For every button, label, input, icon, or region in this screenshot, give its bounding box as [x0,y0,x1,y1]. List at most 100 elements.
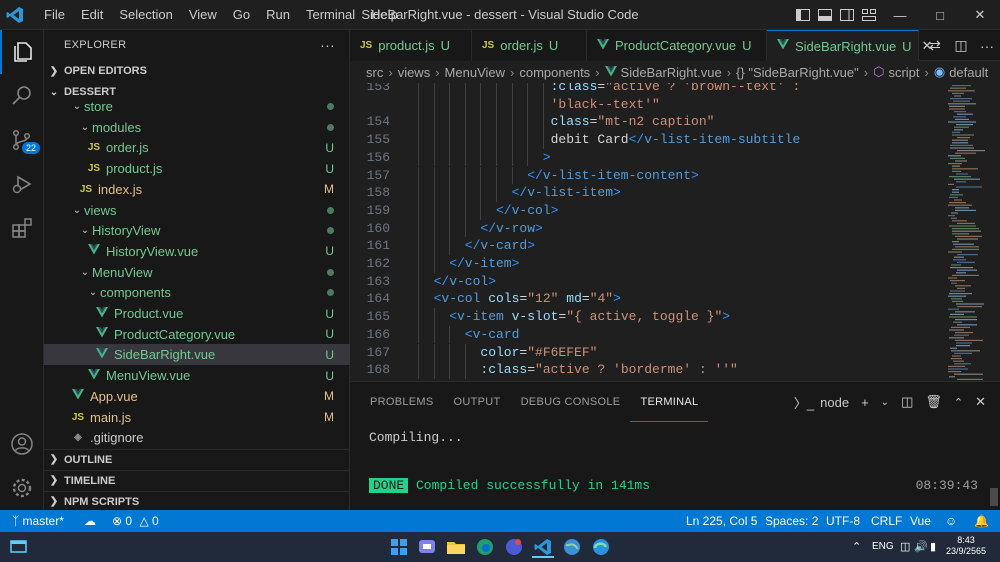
tree-item[interactable]: ⌄ HistoryView [44,220,350,241]
tree-item[interactable]: ⌄ modules [44,117,350,138]
clock[interactable]: 8:43 23/9/2565 [944,535,988,557]
code-token: debit Card [550,132,629,148]
npm-scripts-section[interactable]: ❯ NPM SCRIPTS [44,491,350,511]
menu-help[interactable]: Help [363,0,406,30]
more-actions-icon[interactable]: ··· [320,37,335,53]
feedback-icon[interactable]: ☺ [945,510,957,532]
breadcrumb-item[interactable]: default [949,65,988,80]
tree-item[interactable]: JS index.js M [44,179,350,200]
maximize-panel-icon[interactable]: ⌃ [948,396,969,409]
minimize-icon[interactable]: — [880,0,920,30]
breadcrumb-item[interactable]: {} "SideBarRight.vue" [736,65,859,80]
bottom-panel: PROBLEMS OUTPUT DEBUG CONSOLE TERMINAL 〉… [350,381,1000,510]
menu-selection[interactable]: Selection [111,0,180,30]
menu-view[interactable]: View [181,0,225,30]
menu-edit[interactable]: Edit [73,0,111,30]
sync-icon[interactable]: ☁ [84,510,96,532]
menu-terminal[interactable]: Terminal [298,0,363,30]
outline-section[interactable]: ❯ OUTLINE [44,449,350,469]
vscode-taskbar-icon[interactable] [532,536,554,558]
breadcrumb-item[interactable]: MenuView [445,65,505,80]
input-language[interactable]: ENG [872,541,894,552]
tree-item[interactable]: ⌄ components [44,282,350,303]
terminal-dropdown-icon[interactable]: ⌄ [875,397,895,408]
tree-item[interactable]: ProductCategory.vue U [44,324,350,345]
branch-indicator[interactable]: ᛉ master* [12,510,64,532]
manage-gear-icon[interactable] [0,466,44,510]
explorer-icon[interactable] [0,30,44,74]
new-terminal-icon[interactable]: + [855,395,875,410]
indentation[interactable]: Spaces: 2 [765,510,818,532]
edge-browser-icon[interactable] [590,536,612,558]
app-icon[interactable] [503,536,525,558]
split-editor-icon[interactable]: ◫ [948,37,974,54]
tab-terminal[interactable]: TERMINAL [630,382,709,422]
toggle-sidebar-icon[interactable] [792,0,814,30]
close-icon[interactable]: ✕ [960,0,1000,30]
start-icon[interactable] [388,536,410,558]
account-icon[interactable] [0,422,44,466]
trash-icon[interactable]: 🗑 [919,394,948,410]
tree-item[interactable]: ⌄ MenuView [44,262,350,283]
cursor-position[interactable]: Ln 225, Col 5 [686,510,757,532]
editor-tab[interactable]: JS order.js U [472,30,587,61]
network-icon[interactable]: ◫ [900,540,910,553]
maximize-icon[interactable]: □ [920,0,960,30]
battery-icon[interactable]: ▮ [930,540,936,553]
compare-changes-icon[interactable]: ⇄ [922,37,948,54]
tray-overflow-icon[interactable]: ⌃ [852,540,861,553]
tree-item[interactable]: JS product.js U [44,158,350,179]
tab-output[interactable]: OUTPUT [444,382,511,422]
tree-item[interactable]: ◈ .gitignore [44,427,350,446]
breadcrumb-item[interactable]: views [398,65,431,80]
tree-item[interactable]: ⌄ views [44,200,350,221]
volume-icon[interactable]: 🔊 [914,540,928,553]
problems-indicator[interactable]: ⊗ 0 △ 0 [112,510,159,532]
tree-item[interactable]: JS order.js U [44,137,350,158]
tree-item[interactable]: HistoryView.vue U [44,241,350,262]
tree-item[interactable]: ⌄ store [44,96,350,117]
code-editor[interactable]: 153:class="active ? 'brown--text' :'blac… [350,83,1000,381]
breadcrumb-item[interactable]: SideBarRight.vue [621,65,722,80]
search-icon[interactable] [0,74,44,118]
breadcrumb-item[interactable]: components [519,65,590,80]
menu-file[interactable]: File [36,0,73,30]
editor-tab[interactable]: ProductCategory.vue U [587,30,767,61]
timeline-section[interactable]: ❯ TIMELINE [44,470,350,490]
breadcrumb-item[interactable]: script [888,65,919,80]
terminal-name[interactable]: node [820,395,855,410]
language-mode[interactable]: Vue [910,510,931,532]
tree-item[interactable]: MenuView.vue U [44,365,350,386]
end-of-line[interactable]: CRLF [871,510,902,532]
tab-problems[interactable]: PROBLEMS [360,382,444,422]
breadcrumb-item[interactable]: src [366,65,383,80]
file-explorer-icon[interactable] [445,536,467,558]
toggle-secondary-sidebar-icon[interactable] [836,0,858,30]
encoding[interactable]: UTF-8 [826,510,860,532]
notifications-icon[interactable]: 🔔 [974,510,989,532]
minimap[interactable] [944,83,1000,381]
more-actions-icon[interactable]: ··· [974,38,1000,54]
menu-go[interactable]: Go [225,0,258,30]
close-panel-icon[interactable]: ✕ [969,394,992,410]
customize-layout-icon[interactable] [858,0,880,30]
edge-icon[interactable] [474,536,496,558]
teams-chat-icon[interactable] [416,536,438,558]
tab-debug-console[interactable]: DEBUG CONSOLE [511,382,631,422]
globe-app-icon[interactable] [561,536,583,558]
source-control-icon[interactable]: 22 [0,118,44,162]
extensions-icon[interactable] [0,206,44,250]
editor-tab[interactable]: JS product.js U [350,30,472,61]
tree-item[interactable]: JS main.js M [44,407,350,428]
menu-run[interactable]: Run [258,0,298,30]
tree-item[interactable]: App.vue M [44,386,350,407]
tree-item[interactable]: Product.vue U [44,303,350,324]
editor-tab[interactable]: SideBarRight.vue U ✕ [767,30,932,61]
terminal-scrollbar[interactable] [990,488,998,506]
show-desktop-icon[interactable] [8,536,30,558]
tree-item[interactable]: SideBarRight.vue U [44,344,350,366]
split-terminal-icon[interactable]: ◫ [895,394,919,410]
toggle-panel-icon[interactable] [814,0,836,30]
open-editors-section[interactable]: ❯ OPEN EDITORS [44,61,350,81]
run-debug-icon[interactable] [0,162,44,206]
